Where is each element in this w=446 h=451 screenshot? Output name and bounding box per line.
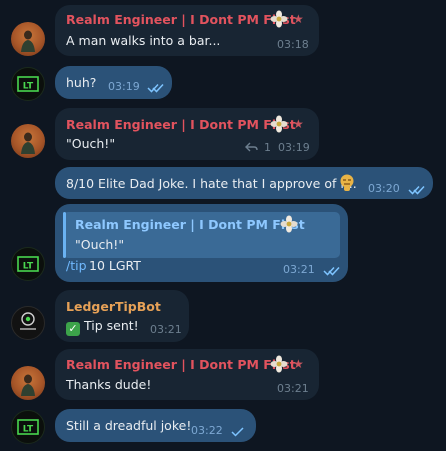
- avatar-realm-engineer[interactable]: [11, 22, 45, 56]
- flower-emoji-icon: [270, 115, 288, 136]
- message-text: Thanks dude!: [66, 377, 152, 392]
- message-time: 03:19: [278, 141, 310, 154]
- reply-arrow-icon[interactable]: [245, 142, 258, 152]
- message-bubble[interactable]: 8/10 Elite Dad Joke. I hate that I appro…: [55, 167, 433, 199]
- message-text-line: ✓ Tip sent!: [66, 318, 139, 336]
- reply-count[interactable]: 1: [264, 141, 271, 154]
- avatar-lt[interactable]: LT: [11, 247, 45, 281]
- message-time: 03:18: [277, 38, 309, 51]
- message-bubble[interactable]: LedgerTipBot ✓ Tip sent! 03:21: [55, 290, 189, 342]
- message-time: 03:20: [368, 182, 400, 195]
- message-time: 03:21: [150, 323, 182, 336]
- message-bubble[interactable]: huh? 03:19: [55, 66, 172, 99]
- message-bubble[interactable]: Realm Engineer | I Dont PM First ★ "Ouch…: [55, 108, 319, 160]
- message-time: 03:21: [283, 263, 315, 276]
- avatar-ledgertipbot[interactable]: [11, 306, 45, 340]
- flower-emoji-icon: [280, 215, 298, 236]
- flower-emoji-icon: [270, 355, 288, 376]
- message-text: 8/10 Elite Dad Joke. I hate that I appro…: [66, 176, 357, 191]
- double-check-icon: [147, 83, 164, 93]
- message-bubble[interactable]: Realm Engineer | I Dont PM First "Ouch!"…: [55, 204, 348, 282]
- star-icon: ★: [293, 12, 304, 26]
- message-text: Still a dreadful joke!: [66, 418, 192, 433]
- double-check-icon: [323, 266, 340, 276]
- single-check-icon: [231, 427, 244, 437]
- reply-sender: Realm Engineer | I Dont PM First: [75, 217, 305, 232]
- message-bubble[interactable]: Realm Engineer | I Dont PM First ★ Thank…: [55, 349, 319, 400]
- face-emoji-icon: [339, 173, 355, 194]
- avatar-lt[interactable]: LT: [11, 67, 45, 101]
- sender-name[interactable]: Realm Engineer | I Dont PM First: [66, 12, 296, 27]
- sender-name[interactable]: Realm Engineer | I Dont PM First: [66, 357, 296, 372]
- avatar-lt-label: LT: [23, 82, 34, 92]
- sender-name[interactable]: Realm Engineer | I Dont PM First: [66, 117, 296, 132]
- star-icon: ★: [293, 357, 304, 371]
- tip-amount: 10 LGRT: [89, 258, 141, 273]
- double-check-icon: [408, 185, 425, 195]
- star-icon: ★: [293, 117, 304, 131]
- message-bubble[interactable]: Still a dreadful joke! 03:22: [55, 409, 256, 442]
- message-time: 03:19: [108, 80, 140, 93]
- reply-accent-bar: [63, 212, 66, 258]
- avatar-lt[interactable]: LT: [11, 410, 45, 444]
- message-text: "Ouch!": [66, 136, 116, 151]
- tip-command-link[interactable]: /tip: [66, 258, 87, 273]
- message-text: A man walks into a bar...: [66, 33, 221, 48]
- message-text: Tip sent!: [84, 318, 139, 333]
- reply-text: "Ouch!": [75, 237, 125, 252]
- avatar-realm-engineer[interactable]: [11, 124, 45, 158]
- message-bubble[interactable]: Realm Engineer | I Dont PM First ★ A man…: [55, 5, 319, 56]
- message-time: 03:22: [191, 424, 223, 437]
- message-time: 03:21: [277, 382, 309, 395]
- avatar-lt-label: LT: [23, 425, 34, 435]
- flower-emoji-icon: [270, 10, 288, 31]
- avatar-realm-engineer[interactable]: [11, 366, 45, 400]
- check-emoji-icon: ✓: [66, 322, 80, 336]
- message-text: huh?: [66, 75, 97, 90]
- avatar-lt-label: LT: [23, 262, 34, 272]
- sender-name[interactable]: LedgerTipBot: [66, 299, 161, 314]
